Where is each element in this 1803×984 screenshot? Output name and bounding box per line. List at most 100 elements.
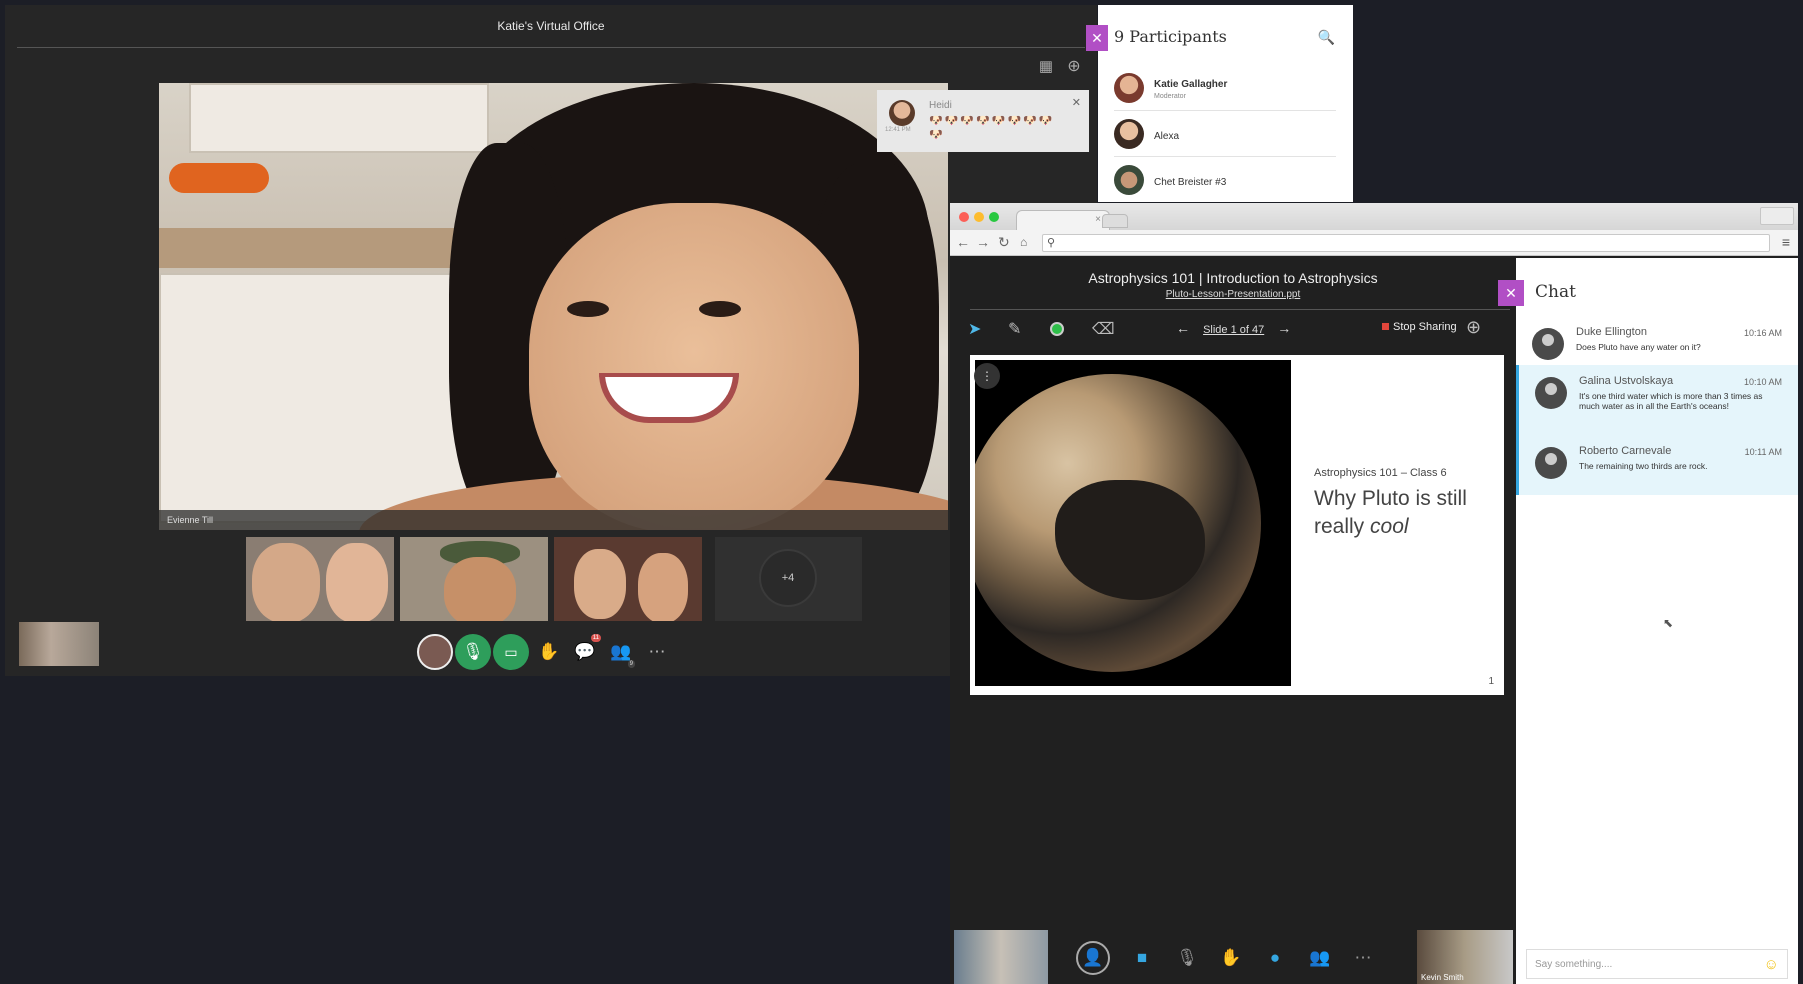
- slide-menu-icon[interactable]: ⋮: [974, 363, 1000, 389]
- participants-icon: 👥: [610, 642, 632, 661]
- chat-button[interactable]: 💬 11: [567, 634, 603, 670]
- mouse-cursor-icon: ⬉: [1663, 616, 1674, 630]
- slide-heading-line1: Why Pluto is still: [1314, 487, 1467, 510]
- search-icon[interactable]: 🔍: [1318, 29, 1335, 46]
- pointer-tool-icon[interactable]: ➤: [968, 319, 981, 339]
- slide-navigation: ← Slide 1 of 47 →: [1176, 320, 1296, 336]
- stop-sharing-button[interactable]: Stop Sharing: [1382, 321, 1457, 333]
- participant-row[interactable]: Alexa: [1114, 111, 1336, 157]
- address-bar[interactable]: ⚲: [1042, 234, 1770, 252]
- slide-heading-line2: really: [1314, 515, 1371, 538]
- close-icon[interactable]: ✕: [1072, 96, 1081, 109]
- browser-window: × ← → ↻ ⌂ ⚲ ≡ Astrophysics 101 | Introdu…: [950, 203, 1798, 984]
- more-options-button[interactable]: ⋯: [639, 634, 675, 670]
- forward-icon[interactable]: →: [976, 234, 990, 250]
- more-participants-tile[interactable]: +4: [715, 537, 862, 621]
- message-time: 10:16 AM: [1743, 328, 1782, 338]
- video-thumbnail[interactable]: [246, 537, 394, 621]
- reaction-notification: Heidi 12:41 PM 🐶🐶🐶🐶🐶🐶🐶🐶🐶 ✕: [877, 90, 1089, 152]
- next-slide-icon[interactable]: →: [1277, 320, 1291, 336]
- pluto-image: [975, 360, 1291, 686]
- home-icon[interactable]: ⌂: [1020, 235, 1027, 249]
- pencil-tool-icon[interactable]: ✎: [1008, 319, 1021, 339]
- close-window-button[interactable]: [959, 212, 969, 222]
- more-count[interactable]: +4: [759, 549, 817, 607]
- presentation-divider: [970, 309, 1510, 310]
- maximize-window-button[interactable]: [989, 212, 999, 222]
- participant-name: Alexa: [1154, 131, 1180, 142]
- chat-input-placeholder: Say something....: [1535, 959, 1613, 970]
- chat-title: Chat: [1535, 282, 1576, 302]
- new-tab-button[interactable]: [1102, 214, 1128, 228]
- close-tab-icon[interactable]: ×: [1095, 214, 1101, 225]
- message-text: The remaining two thirds are rock.: [1579, 461, 1708, 471]
- self-view-thumbnail[interactable]: [19, 622, 99, 666]
- participants-badge: 9: [627, 660, 635, 668]
- chat-bubble-icon: 💬: [574, 642, 596, 661]
- microphone-button[interactable]: 🎙: [455, 634, 491, 670]
- menu-icon[interactable]: ≡: [1782, 234, 1790, 250]
- stop-icon: [1382, 323, 1389, 330]
- participants-icon[interactable]: 👥: [1305, 943, 1335, 973]
- browser-titlebar: ×: [950, 203, 1798, 230]
- raise-hand-icon[interactable]: ✋: [1216, 943, 1246, 973]
- participants-button[interactable]: 👥 9: [603, 634, 639, 670]
- participant-name: Chet Breister #3: [1154, 177, 1227, 188]
- kitchen-cabinet: [189, 83, 489, 153]
- presentation-file-link[interactable]: Pluto-Lesson-Presentation.ppt: [950, 289, 1516, 300]
- participant-thumbnail[interactable]: Kevin Smith: [1417, 930, 1513, 984]
- participant-row[interactable]: Chet Breister #3: [1114, 157, 1336, 203]
- oranges: [169, 163, 269, 193]
- avatar: [1532, 328, 1564, 360]
- emoji-picker-icon[interactable]: ☺: [1764, 956, 1779, 973]
- chat-message-thread: Galina Ustvolskaya 10:10 AM It's one thi…: [1516, 365, 1798, 495]
- avatar: [1114, 119, 1144, 149]
- my-avatar-button[interactable]: 👤: [1076, 941, 1110, 975]
- color-picker-icon[interactable]: [1050, 322, 1064, 336]
- message-time: 10:10 AM: [1743, 377, 1782, 387]
- participant-face: [326, 543, 388, 621]
- avatar: [1535, 447, 1567, 479]
- presenter-thumbnail[interactable]: [954, 930, 1048, 984]
- message-text: It's one third water which is more than …: [1579, 391, 1763, 411]
- eraser-tool-icon[interactable]: ⌫: [1092, 319, 1115, 339]
- close-icon[interactable]: ✕: [1086, 25, 1108, 51]
- search-icon: ⚲: [1047, 237, 1056, 249]
- slide-number: 1: [1488, 676, 1494, 687]
- message-text: Does Pluto have any water on it?: [1576, 342, 1701, 352]
- chat-message: Roberto Carnevale 10:11 AM The remaining…: [1519, 435, 1798, 481]
- left-eye: [567, 301, 609, 317]
- participant-row[interactable]: Katie Gallagher Moderator: [1114, 65, 1336, 111]
- chat-panel: ✕ Chat Duke Ellington 10:16 AM Does Plut…: [1498, 258, 1798, 984]
- face: [529, 203, 859, 530]
- back-icon[interactable]: ←: [956, 234, 970, 250]
- reload-icon[interactable]: ↻: [998, 234, 1010, 251]
- notification-time: 12:41 PM: [885, 127, 911, 133]
- slide-counter[interactable]: Slide 1 of 47: [1203, 324, 1264, 336]
- add-icon[interactable]: ⊕: [1063, 55, 1085, 77]
- microphone-muted-icon[interactable]: 🎙: [1172, 943, 1202, 973]
- close-icon[interactable]: ✕: [1498, 280, 1524, 306]
- my-avatar-button[interactable]: [417, 634, 453, 670]
- more-options-icon[interactable]: ⋯: [1348, 943, 1378, 973]
- add-icon[interactable]: ⊕: [1466, 317, 1481, 338]
- participants-title: 9 Participants: [1114, 27, 1227, 46]
- video-thumbnail[interactable]: [400, 537, 548, 621]
- browser-tab[interactable]: ×: [1016, 210, 1110, 230]
- participants-panel: ✕ 9 Participants 🔍 Katie Gallagher Moder…: [1086, 5, 1353, 203]
- camera-icon[interactable]: ■: [1127, 943, 1157, 973]
- chat-input[interactable]: Say something.... ☺: [1526, 949, 1788, 979]
- avatar: [1114, 165, 1144, 195]
- camera-button[interactable]: ▭: [493, 634, 529, 670]
- emoji-reactions: 🐶🐶🐶🐶🐶🐶🐶🐶🐶: [929, 115, 1055, 141]
- chat-icon[interactable]: ●: [1260, 943, 1290, 973]
- grid-view-icon[interactable]: ▦: [1035, 55, 1057, 77]
- notification-name: Heidi: [929, 100, 952, 111]
- profile-button[interactable]: [1760, 207, 1794, 225]
- previous-slide-icon[interactable]: ←: [1176, 320, 1190, 336]
- raise-hand-button[interactable]: ✋: [531, 634, 567, 670]
- stop-sharing-label: Stop Sharing: [1393, 321, 1457, 333]
- video-thumbnail[interactable]: [554, 537, 702, 621]
- participant-face: [444, 557, 516, 621]
- minimize-window-button[interactable]: [974, 212, 984, 222]
